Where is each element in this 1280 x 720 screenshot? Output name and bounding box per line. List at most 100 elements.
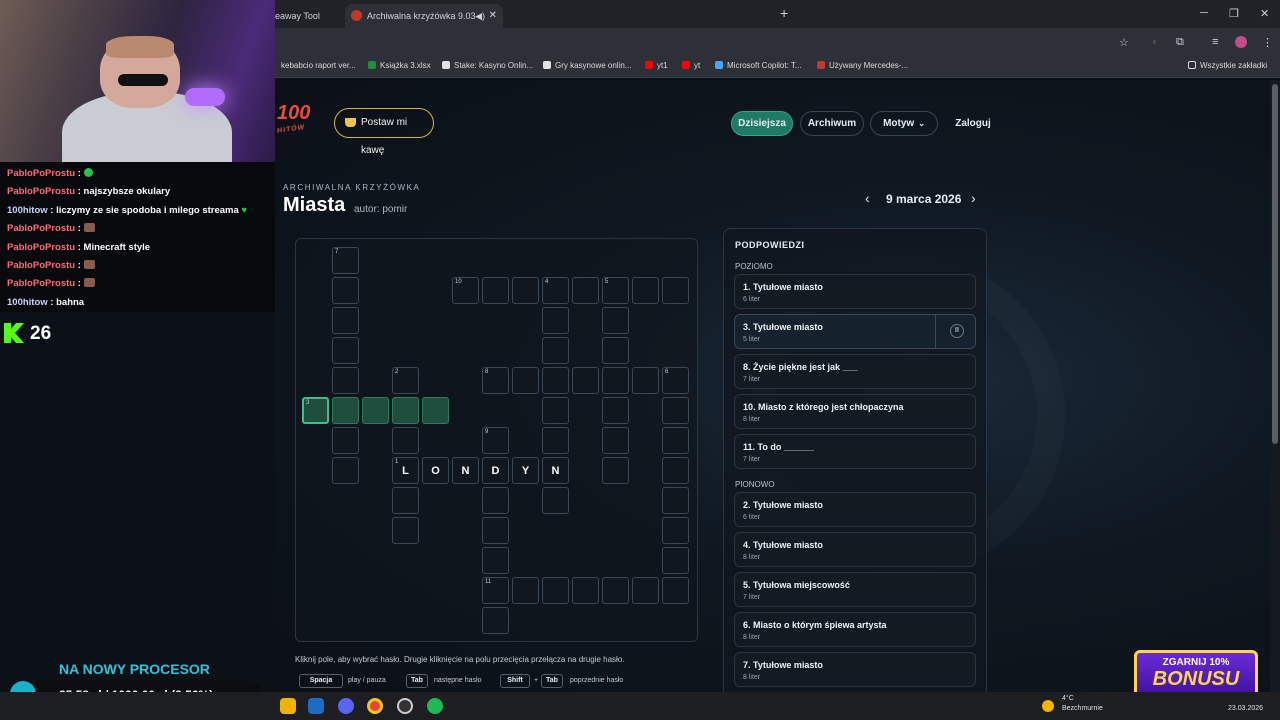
crossword-cell[interactable]: [392, 517, 419, 544]
bookmark[interactable]: yt: [682, 61, 700, 70]
crossword-cell[interactable]: 5: [602, 277, 629, 304]
crossword-cell[interactable]: [542, 487, 569, 514]
extension-icon[interactable]: ◐: [1152, 36, 1159, 48]
crossword-cell[interactable]: [662, 547, 689, 574]
clue-item[interactable]: 7. Tytułowe miasto 8 liter: [734, 652, 976, 687]
clue-item[interactable]: 8. Życie piękne jest jak ___ 7 liter: [734, 354, 976, 389]
crossword-cell[interactable]: [662, 427, 689, 454]
crossword-cell[interactable]: [632, 577, 659, 604]
chrome-icon[interactable]: [367, 698, 383, 714]
crossword-cell[interactable]: [332, 337, 359, 364]
nav-login-button[interactable]: Zaloguj: [944, 111, 1002, 136]
crossword-cell[interactable]: [362, 397, 389, 424]
minimize-icon[interactable]: ─: [1200, 7, 1208, 19]
crossword-cell[interactable]: [662, 577, 689, 604]
obs-icon[interactable]: [397, 698, 413, 714]
crossword-cell[interactable]: [482, 547, 509, 574]
crossword-cell[interactable]: 9: [482, 427, 509, 454]
crossword-cell[interactable]: [542, 337, 569, 364]
crossword-cell[interactable]: [332, 427, 359, 454]
steam-icon[interactable]: [308, 698, 324, 714]
crossword-cell[interactable]: [482, 607, 509, 634]
chat-username[interactable]: PabloPoProstu: [7, 168, 75, 179]
crossword-cell[interactable]: [542, 577, 569, 604]
buy-coffee-button[interactable]: Postaw mi kawę: [334, 108, 434, 156]
tab-giveaway-tool[interactable]: eaway Tool: [275, 4, 343, 28]
site-logo[interactable]: 100 HITÓW: [277, 102, 319, 142]
crossword-cell[interactable]: [422, 397, 449, 424]
star-icon[interactable]: ☆: [1119, 36, 1129, 49]
discord-icon[interactable]: [338, 698, 354, 714]
crossword-cell-filled[interactable]: Y: [512, 457, 539, 484]
crossword-cell[interactable]: 8: [482, 367, 509, 394]
crossword-cell[interactable]: [512, 577, 539, 604]
prev-date-button[interactable]: ‹: [865, 190, 870, 206]
extensions-puzzle-icon[interactable]: ⧉: [1176, 36, 1184, 49]
crossword-cell[interactable]: [332, 367, 359, 394]
close-window-icon[interactable]: ✕: [1260, 7, 1269, 20]
clue-item[interactable]: 3. Tytułowe miasto 5 liter II: [734, 314, 976, 349]
crossword-cell[interactable]: [392, 487, 419, 514]
clue-item[interactable]: 2. Tytułowe miasto 6 liter: [734, 492, 976, 527]
clue-item[interactable]: 4. Tytułowe miasto 8 liter: [734, 532, 976, 567]
clue-item[interactable]: 10. Miasto z którego jest chłopaczyna 8 l…: [734, 394, 976, 429]
nav-today-button[interactable]: Dzisiejsza: [731, 111, 793, 136]
crossword-cell-filled[interactable]: 1L: [392, 457, 419, 484]
crossword-cell[interactable]: [662, 487, 689, 514]
nav-archive-button[interactable]: Archiwum: [800, 111, 864, 136]
bookmark[interactable]: yt1: [645, 61, 668, 70]
speaker-icon[interactable]: ◀): [475, 4, 485, 28]
crossword-cell[interactable]: [662, 517, 689, 544]
crossword-cell[interactable]: [572, 367, 599, 394]
clue-item[interactable]: 11. To do ______ 7 liter: [734, 434, 976, 469]
clue-item[interactable]: 6. Miasto o którym śpiewa artysta 8 liter: [734, 612, 976, 647]
crossword-cell[interactable]: [632, 367, 659, 394]
crossword-cell[interactable]: [632, 277, 659, 304]
nav-theme-dropdown[interactable]: Motyw ⌄: [870, 111, 938, 136]
crossword-cell[interactable]: [662, 397, 689, 424]
chat-username[interactable]: PabloPoProstu: [7, 260, 75, 271]
crossword-cell-filled[interactable]: N: [452, 457, 479, 484]
pause-button[interactable]: II: [935, 315, 975, 348]
crossword-cell[interactable]: [332, 277, 359, 304]
file-explorer-icon[interactable]: [280, 698, 296, 714]
scrollbar-thumb[interactable]: [1272, 84, 1278, 444]
crossword-cell[interactable]: [332, 307, 359, 334]
media-controls-icon[interactable]: ≡: [1212, 36, 1218, 48]
crossword-cell[interactable]: [662, 277, 689, 304]
close-tab-icon[interactable]: ✕: [489, 4, 497, 28]
crossword-cell[interactable]: 11: [482, 577, 509, 604]
bookmark[interactable]: kebabcio raport ver...: [281, 61, 356, 70]
all-bookmarks[interactable]: Wszystkie zakładki: [1188, 61, 1267, 70]
crossword-cell-filled[interactable]: N: [542, 457, 569, 484]
crossword-cell[interactable]: [602, 397, 629, 424]
crossword-cell[interactable]: [542, 397, 569, 424]
profile-avatar[interactable]: [1235, 36, 1247, 48]
crossword-cell[interactable]: [602, 367, 629, 394]
chat-username[interactable]: PabloPoProstu: [7, 278, 75, 289]
crossword-cell[interactable]: [512, 277, 539, 304]
crossword-cell[interactable]: [482, 277, 509, 304]
kebab-menu-icon[interactable]: ⋮: [1262, 36, 1273, 49]
crossword-cell[interactable]: [542, 307, 569, 334]
crossword-cell[interactable]: [602, 427, 629, 454]
bookmark[interactable]: Książka 3.xlsx: [368, 61, 431, 70]
crossword-cell[interactable]: [482, 517, 509, 544]
crossword-cell[interactable]: [512, 367, 539, 394]
crossword-cell[interactable]: 6: [662, 367, 689, 394]
chat-username[interactable]: 100hitow: [7, 297, 48, 308]
crossword-cell[interactable]: 3: [302, 397, 329, 424]
crossword-cell[interactable]: [332, 397, 359, 424]
chat-username[interactable]: 100hitow: [7, 205, 48, 216]
spotify-icon[interactable]: [427, 698, 443, 714]
crossword-cell-filled[interactable]: O: [422, 457, 449, 484]
crossword-cell[interactable]: [482, 487, 509, 514]
crossword-cell[interactable]: [662, 457, 689, 484]
scrollbar[interactable]: [1270, 80, 1280, 692]
crossword-cell[interactable]: [602, 307, 629, 334]
crossword-cell[interactable]: [602, 337, 629, 364]
maximize-icon[interactable]: ❐: [1229, 7, 1239, 20]
bookmark[interactable]: Stake: Kasyno Onlin...: [442, 61, 533, 70]
clue-item[interactable]: 5. Tytułowa miejscowość 7 liter: [734, 572, 976, 607]
chat-username[interactable]: PabloPoProstu: [7, 186, 75, 197]
